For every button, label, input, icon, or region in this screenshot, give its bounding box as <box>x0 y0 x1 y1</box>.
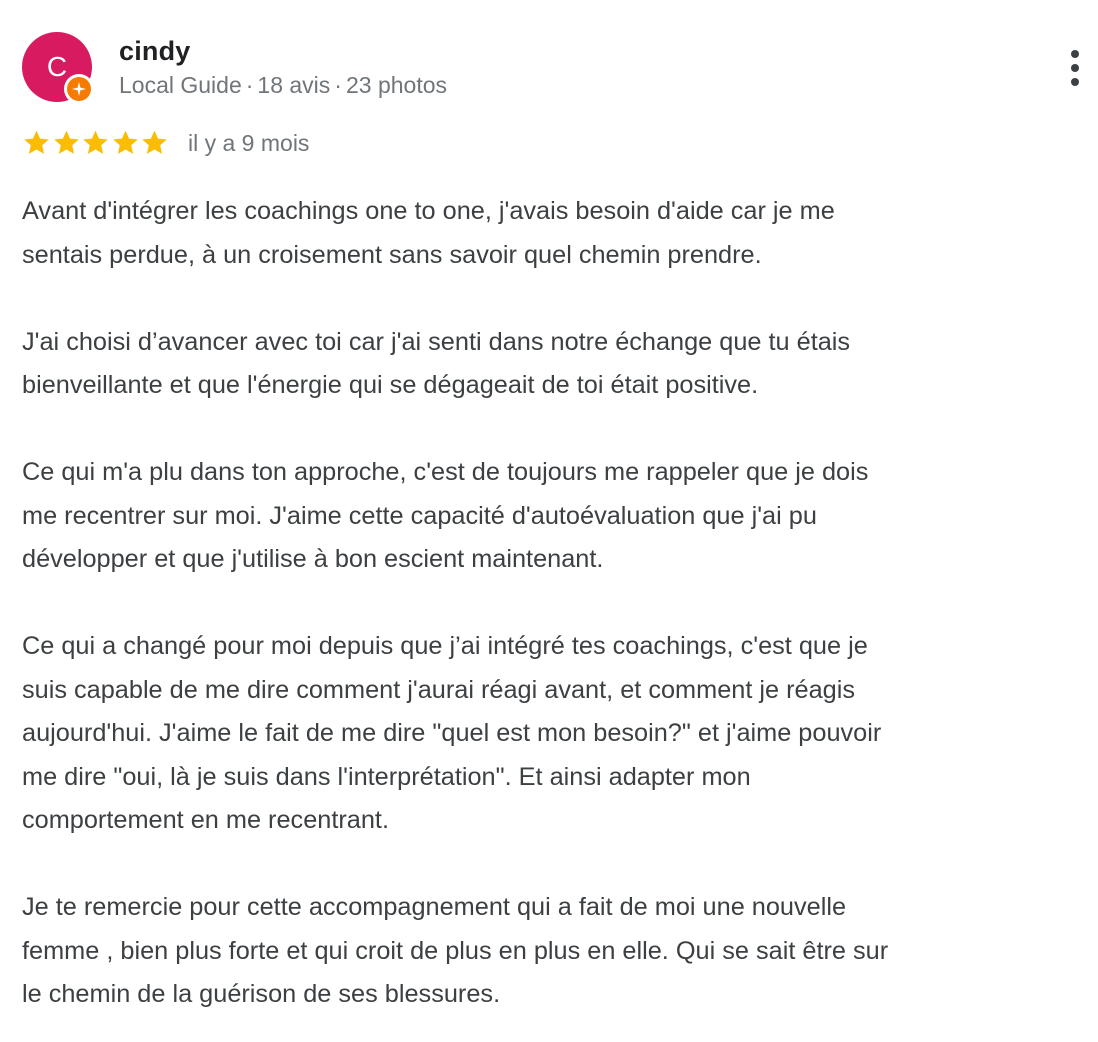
review-age: il y a 9 mois <box>188 130 310 156</box>
review-text-line: Ce qui a changé pour moi depuis que j’ai… <box>22 632 868 660</box>
review-header: C cindy Local Guide · 18 avis · 23 photos <box>22 32 1082 104</box>
review-text-line: bienveillante et que l'énergie qui se dé… <box>22 371 759 399</box>
review-text-line: Avant d'intégrer les coachings one to on… <box>22 197 835 225</box>
rating-row: il y a 9 mois <box>22 126 622 162</box>
review-text-line: aujourd'hui. J'aime le fait de me dire "… <box>22 719 882 747</box>
review-paragraph: Je te remercie pour cette accompagnement… <box>22 886 1088 1017</box>
meta-separator: · <box>334 72 342 98</box>
more-options-button[interactable] <box>1062 46 1088 86</box>
local-guide-label: Local Guide <box>119 72 242 98</box>
review-text-line: Je te remercie pour cette accompagnement… <box>22 893 847 921</box>
review-text-line: femme , bien plus forte et qui croit de … <box>22 936 889 965</box>
review-paragraph: Ce qui a changé pour moi depuis que j’ai… <box>22 625 1088 843</box>
meta-separator: · <box>245 72 254 98</box>
review-text-line: me dire "oui, là je suis dans l'interpré… <box>22 762 751 791</box>
star-icon <box>111 128 141 158</box>
local-guide-badge-icon <box>64 74 94 104</box>
reviewer-name[interactable]: cindy <box>119 36 191 67</box>
review-paragraph: Avant d'intégrer les coachings one to on… <box>22 190 1088 277</box>
review-text: Avant d'intégrer les coachings one to on… <box>22 190 1088 1017</box>
review-paragraph: J'ai choisi d’avancer avec toi car j'ai … <box>22 321 1088 408</box>
review-text-line: suis capable de me dire comment j'aurai … <box>22 675 856 704</box>
review-text-line: J'ai choisi d’avancer avec toi car j'ai … <box>22 327 851 356</box>
review-text-line: comportement en me recentrant. <box>22 806 389 834</box>
review-text-line: me recentrer sur moi. J'aime cette capac… <box>22 501 817 530</box>
avatar-initial: C <box>46 51 68 82</box>
review-text-line: développer et que j'utilise à bon escien… <box>22 545 604 573</box>
more-vertical-icon <box>1071 50 1079 58</box>
star-icon <box>81 128 111 158</box>
review-text-line: Ce qui m'a plu dans ton approche, c'est … <box>22 458 869 486</box>
review-text-line: le chemin de la guérison de ses blessure… <box>22 980 501 1008</box>
more-vertical-icon-dot <box>1071 78 1079 86</box>
reviewer-meta[interactable]: Local Guide · 18 avis · 23 photos <box>119 72 447 99</box>
review-card: C cindy Local Guide · 18 avis · 23 photos il… <box>0 0 1098 1042</box>
review-count: 18 avis <box>257 72 331 98</box>
photo-count: 23 photos <box>345 72 447 98</box>
star-rating <box>22 128 170 158</box>
review-text-line: sentais perdue, à un croisement sans sav… <box>22 240 762 269</box>
star-icon <box>22 128 52 158</box>
star-icon <box>52 128 82 158</box>
more-vertical-icon-dot <box>1071 64 1079 72</box>
star-icon <box>140 128 170 158</box>
review-paragraph: Ce qui m'a plu dans ton approche, c'est … <box>22 451 1088 582</box>
